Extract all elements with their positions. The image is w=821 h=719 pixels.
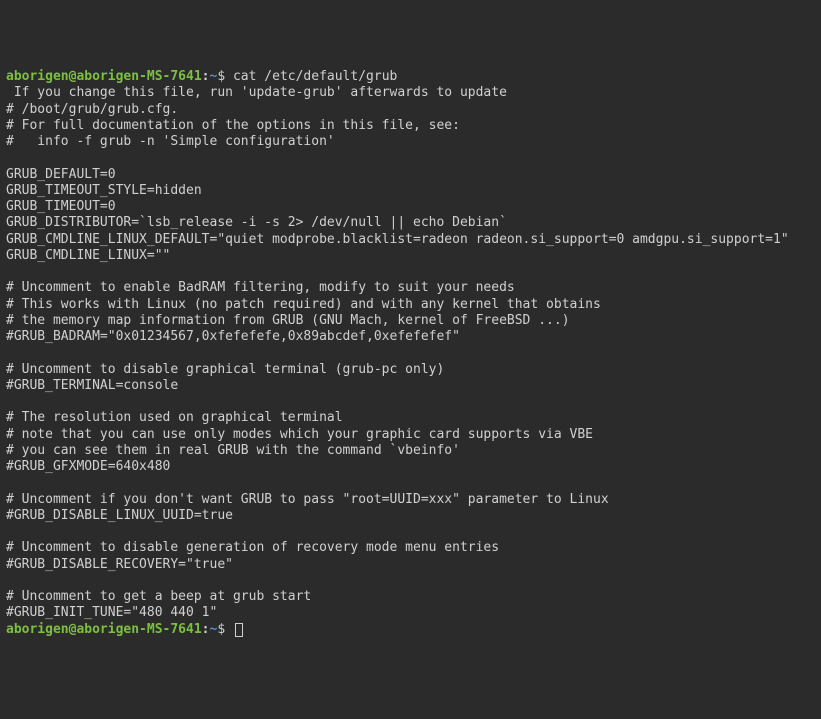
output-line: If you change this file, run 'update-gru… — [6, 85, 507, 100]
cursor-icon — [235, 623, 243, 637]
output-line: # Uncomment to enable BadRAM filtering, … — [6, 280, 515, 295]
output-line: # note that you can use only modes which… — [6, 427, 593, 442]
prompt-user-host: aborigen@aborigen-MS-7641 — [6, 622, 202, 637]
prompt-dollar: $ — [217, 69, 233, 84]
output-line: #GRUB_TERMINAL=console — [6, 378, 178, 393]
output-line: #GRUB_INIT_TUNE="480 440 1" — [6, 605, 217, 620]
output-line: # Uncomment to disable graphical termina… — [6, 362, 444, 377]
output-line: GRUB_TIMEOUT=0 — [6, 199, 116, 214]
prompt-colon: : — [202, 69, 210, 84]
output-line: GRUB_CMDLINE_LINUX="" — [6, 248, 170, 263]
command-text: cat /etc/default/grub — [233, 69, 397, 84]
output-line: # For full documentation of the options … — [6, 118, 460, 133]
output-line: GRUB_DEFAULT=0 — [6, 167, 116, 182]
output-line: GRUB_DISTRIBUTOR=`lsb_release -i -s 2> /… — [6, 215, 507, 230]
output-line: # you can see them in real GRUB with the… — [6, 443, 460, 458]
output-line: # The resolution used on graphical termi… — [6, 410, 343, 425]
prompt-colon: : — [202, 622, 210, 637]
output-line: # /boot/grub/grub.cfg. — [6, 102, 178, 117]
output-line: # Uncomment if you don't want GRUB to pa… — [6, 492, 609, 507]
output-line: GRUB_TIMEOUT_STYLE=hidden — [6, 183, 202, 198]
prompt-line-1: aborigen@aborigen-MS-7641:~$ cat /etc/de… — [6, 69, 397, 84]
prompt-user-host: aborigen@aborigen-MS-7641 — [6, 69, 202, 84]
output-line: #GRUB_DISABLE_RECOVERY="true" — [6, 557, 233, 572]
output-line: # Uncomment to disable generation of rec… — [6, 540, 499, 555]
prompt-line-2[interactable]: aborigen@aborigen-MS-7641:~$ — [6, 622, 243, 637]
output-line: #GRUB_DISABLE_LINUX_UUID=true — [6, 508, 233, 523]
output-line: GRUB_CMDLINE_LINUX_DEFAULT="quiet modpro… — [6, 232, 789, 247]
output-line: # info -f grub -n 'Simple configuration' — [6, 134, 335, 149]
output-line: # the memory map information from GRUB (… — [6, 313, 570, 328]
output-line: #GRUB_BADRAM="0x01234567,0xfefefefe,0x89… — [6, 329, 460, 344]
output-line: # This works with Linux (no patch requir… — [6, 297, 601, 312]
output-line: #GRUB_GFXMODE=640x480 — [6, 459, 170, 474]
prompt-dollar: $ — [217, 622, 233, 637]
terminal-output[interactable]: aborigen@aborigen-MS-7641:~$ cat /etc/de… — [6, 69, 815, 638]
output-line: # Uncomment to get a beep at grub start — [6, 589, 311, 604]
prompt-path: ~ — [210, 622, 218, 637]
